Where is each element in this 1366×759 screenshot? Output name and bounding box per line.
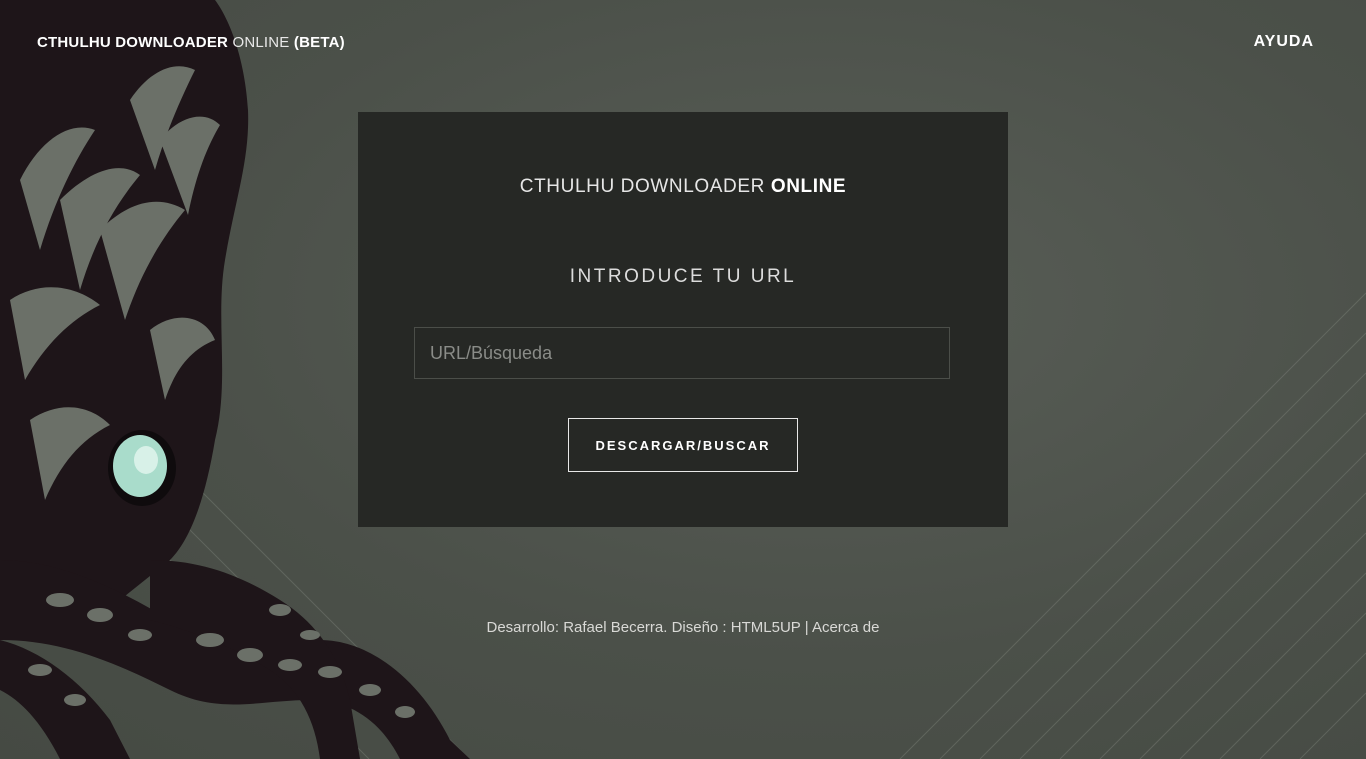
help-link[interactable]: AYUDA: [1254, 33, 1314, 51]
download-search-button[interactable]: DESCARGAR/BUSCAR: [568, 418, 798, 472]
brand-suffix: ONLINE: [232, 34, 290, 51]
footer-dev-text: Desarrollo: Rafael Becerra. Diseño :: [486, 619, 727, 636]
download-panel: CTHULHU DOWNLOADER ONLINE INTRODUCE TU U…: [358, 112, 1008, 527]
brand-beta-tag: (BETA): [293, 34, 345, 51]
panel-title: CTHULHU DOWNLOADER ONLINE: [358, 176, 1008, 198]
about-link[interactable]: Acerca de: [812, 619, 880, 636]
panel-title-light: CTHULHU DOWNLOADER: [519, 176, 765, 197]
panel-title-bold: ONLINE: [770, 176, 847, 197]
footer-separator: |: [804, 619, 809, 636]
footer-credits: Desarrollo: Rafael Becerra. Diseño : HTM…: [0, 619, 1366, 636]
html5up-link[interactable]: HTML5UP: [731, 619, 801, 636]
top-navigation: CTHULHU DOWNLOADER ONLINE (BETA) AYUDA: [0, 0, 1366, 86]
url-search-input[interactable]: [414, 327, 950, 379]
url-prompt-heading: INTRODUCE TU URL: [569, 266, 797, 287]
brand-logo[interactable]: CTHULHU DOWNLOADER ONLINE (BETA): [37, 34, 345, 51]
brand-name: CTHULHU DOWNLOADER: [37, 34, 229, 51]
